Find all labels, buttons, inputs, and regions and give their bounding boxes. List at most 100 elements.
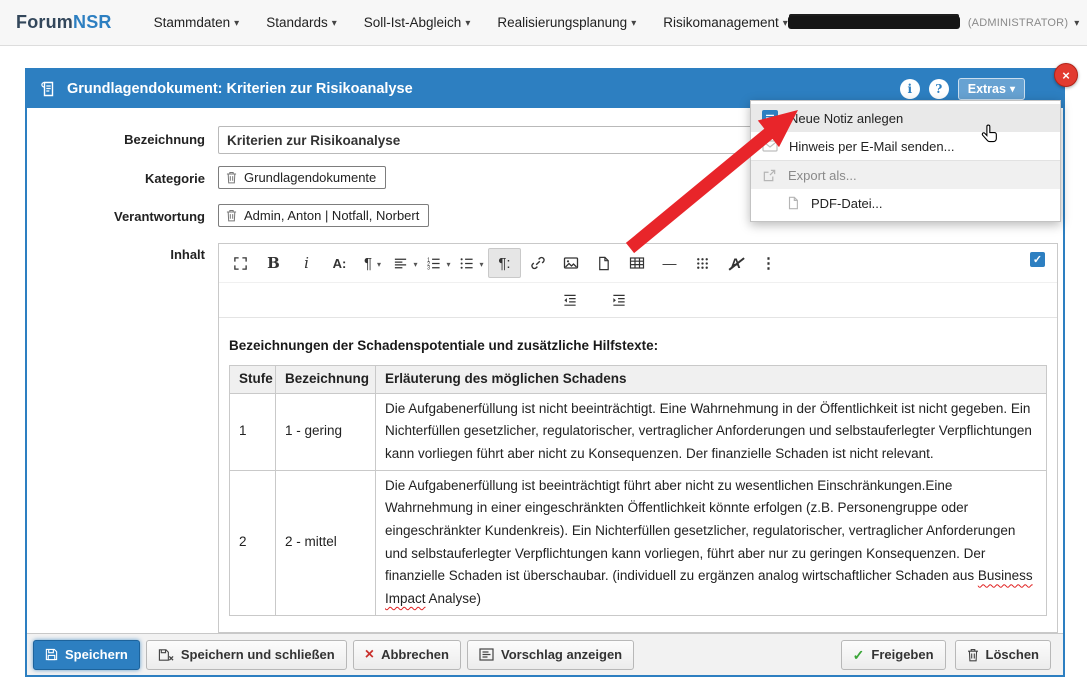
cell-text: Analyse) [426, 591, 482, 606]
table-header-bezeichnung: Bezeichnung [276, 366, 376, 394]
cancel-label: Abbrechen [381, 647, 449, 662]
remove-tag-icon[interactable] [226, 209, 237, 222]
editor-toggle-checkbox[interactable] [1030, 252, 1045, 267]
caret-down-icon [461, 15, 470, 30]
note-icon [762, 110, 778, 126]
delete-button[interactable]: Löschen [955, 640, 1051, 670]
menu-item-pdf-datei[interactable]: PDF-Datei... [751, 189, 1060, 217]
unordered-list-icon [459, 256, 474, 271]
app-page: ForumNSR Stammdaten Standards Soll-Ist-A… [0, 0, 1087, 681]
remove-tag-icon[interactable] [226, 171, 237, 184]
main-menu: Stammdaten Standards Soll-Ist-Abgleich R… [154, 15, 788, 30]
pdf-file-icon [786, 196, 800, 210]
user-role-label: (ADMINISTRATOR) [968, 17, 1068, 29]
rich-text-editor: B i A: ¶ 123 [218, 243, 1058, 633]
table-row: 1 1 - gering Die Aufgabenerfüllung ist n… [230, 393, 1047, 470]
table-header-stufe: Stufe [230, 366, 276, 394]
outdent-button[interactable] [553, 285, 586, 315]
cancel-button[interactable]: Abbrechen [353, 640, 461, 670]
horizontal-line-icon: — [663, 256, 677, 270]
nav-menu-risikomanagement[interactable]: Risikomanagement [663, 15, 788, 30]
cancel-x-icon [365, 647, 374, 663]
app-logo[interactable]: ForumNSR [16, 12, 112, 33]
redacted-username [788, 16, 960, 29]
caret-down-icon [411, 255, 417, 271]
cell-text: Die Aufgabenerfüllung ist beeinträchtigt… [385, 478, 1015, 584]
cell-bezeichnung: 1 - gering [276, 393, 376, 470]
nav-menu-stammdaten[interactable]: Stammdaten [154, 15, 240, 30]
help-icon[interactable]: ? [929, 79, 949, 99]
image-icon [563, 255, 579, 271]
ordered-list-button[interactable]: 123 [422, 248, 455, 278]
save-button[interactable]: Speichern [33, 640, 140, 670]
unordered-list-button[interactable] [455, 248, 488, 278]
bezeichnung-label: Bezeichnung [27, 126, 205, 154]
caret-down-icon [1070, 14, 1079, 32]
kategorie-label: Kategorie [27, 166, 205, 192]
nav-menu-realisierungsplanung[interactable]: Realisierungsplanung [497, 15, 636, 30]
caret-down-icon [779, 15, 788, 30]
menu-group-export-als: Export als... [751, 161, 1060, 189]
document-scroll-icon [39, 80, 57, 98]
cell-erlaeuterung: Die Aufgabenerfüllung ist nicht beeinträ… [376, 393, 1047, 470]
insert-file-button[interactable] [587, 248, 620, 278]
menu-item-hinweis-email[interactable]: Hinweis per E-Mail senden... [751, 132, 1060, 161]
nav-menu-soll-ist-abgleich[interactable]: Soll-Ist-Abgleich [364, 15, 471, 30]
extras-dropdown-menu: Neue Notiz anlegen Hinweis per E-Mail se… [750, 100, 1061, 222]
italic-button[interactable]: i [290, 248, 323, 278]
align-left-icon [393, 256, 408, 271]
link-icon [530, 255, 546, 271]
horizontal-line-button[interactable]: — [653, 248, 686, 278]
close-button[interactable]: × [1054, 63, 1078, 87]
insert-image-button[interactable] [554, 248, 587, 278]
menu-item-label: PDF-Datei... [811, 196, 883, 211]
save-and-close-button[interactable]: Speichern und schließen [146, 640, 347, 670]
caret-down-icon [230, 15, 239, 30]
menu-group-label: Export als... [788, 168, 857, 183]
footer-right-actions: Freigeben Löschen [841, 640, 1051, 670]
cell-erlaeuterung: Die Aufgabenerfüllung ist beeinträchtigt… [376, 470, 1047, 615]
italic-icon: i [304, 256, 309, 271]
verantwortung-tag: Admin, Anton | Notfall, Norbert [218, 204, 429, 227]
clear-formatting-button[interactable]: A [719, 248, 752, 278]
editor-toolbar-row2 [219, 283, 1057, 318]
bold-button[interactable]: B [257, 248, 290, 278]
more-options-button[interactable]: ⋮ [752, 248, 785, 278]
indent-button[interactable] [602, 285, 635, 315]
paragraph-format-button[interactable]: ¶ [356, 248, 389, 278]
outdent-icon [562, 293, 578, 308]
editor-content-area[interactable]: Bezeichnungen der Schadenspotentiale und… [219, 318, 1057, 616]
release-button[interactable]: Freigeben [841, 640, 946, 670]
paragraph-style-button[interactable]: ¶: [488, 248, 521, 278]
menu-item-label: Hinweis per E-Mail senden... [789, 139, 954, 154]
release-check-icon [853, 648, 865, 662]
font-size-button[interactable]: A: [323, 248, 356, 278]
save-and-close-icon [158, 648, 174, 662]
table-icon [629, 255, 645, 271]
save-label: Speichern [65, 647, 128, 662]
dialog-footer: Speichern Speichern und schließen Abbrec… [27, 633, 1063, 675]
user-menu[interactable]: (ADMINISTRATOR) [788, 14, 1079, 32]
align-button[interactable] [389, 248, 422, 278]
caret-down-icon [1006, 82, 1015, 96]
menu-item-neue-notiz[interactable]: Neue Notiz anlegen [751, 104, 1060, 132]
export-icon [762, 168, 777, 183]
table-header-erlaeuterung: Erläuterung des möglichen Schadens [376, 366, 1047, 394]
paragraph-icon: ¶ [364, 256, 372, 271]
special-characters-button[interactable] [686, 248, 719, 278]
show-suggestion-button[interactable]: Vorschlag anzeigen [467, 640, 634, 670]
info-icon[interactable]: i [900, 79, 920, 99]
nav-menu-standards[interactable]: Standards [266, 15, 337, 30]
clear-formatting-icon: A [730, 256, 740, 270]
verantwortung-tag-label: Admin, Anton | Notfall, Norbert [244, 208, 419, 223]
caret-down-icon [375, 255, 381, 271]
insert-table-button[interactable] [620, 248, 653, 278]
caret-down-icon [627, 15, 636, 30]
insert-link-button[interactable] [521, 248, 554, 278]
extras-button[interactable]: Extras [958, 78, 1025, 100]
menu-item-label: Neue Notiz anlegen [789, 111, 903, 126]
top-navigation: ForumNSR Stammdaten Standards Soll-Ist-A… [0, 0, 1087, 46]
font-size-icon: A: [333, 257, 347, 270]
suggestion-list-icon [479, 648, 494, 661]
fullscreen-button[interactable] [224, 248, 257, 278]
